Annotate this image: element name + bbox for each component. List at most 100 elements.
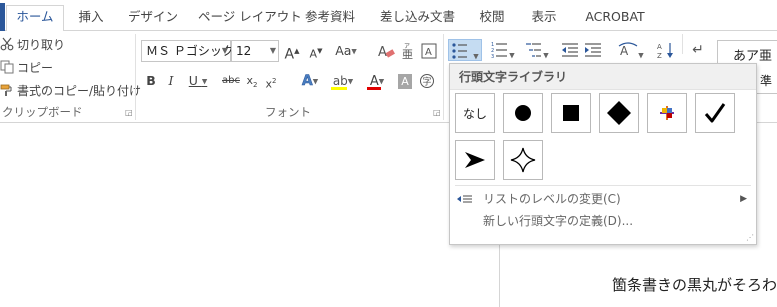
sort-icon: A Z <box>657 43 673 60</box>
character-border-icon: A <box>421 43 437 59</box>
underline-button[interactable]: U ▼ <box>186 70 210 92</box>
tab-insert[interactable]: 挿入 <box>76 7 106 31</box>
cut-button[interactable]: 切り取り <box>0 35 65 53</box>
phonetic-guide-icon: ア 亜 <box>402 43 413 61</box>
tab-home[interactable]: ホーム <box>6 5 64 32</box>
bullet-option-checkmark[interactable] <box>695 93 735 133</box>
style-preview-normal[interactable]: あア亜 <box>733 45 772 64</box>
decrease-indent-icon <box>562 43 578 57</box>
enclose-characters-button[interactable]: 字 <box>418 70 436 92</box>
style-preview-second[interactable]: 準 <box>760 72 772 89</box>
tab-references[interactable]: 参考資料 <box>304 7 356 31</box>
svg-text:A: A <box>378 45 387 60</box>
italic-button[interactable]: I <box>164 70 178 92</box>
bullet-option-filled-diamond[interactable] <box>599 93 639 133</box>
bullet-option-arrowhead[interactable] <box>455 140 495 180</box>
tab-page-layout[interactable]: ページ レイアウト <box>198 7 302 31</box>
multilevel-list-icon <box>526 43 542 57</box>
bullet-library-title: 行頭文字ライブラリ <box>450 64 756 90</box>
subscript-button[interactable]: x2 <box>245 70 259 92</box>
font-family-select[interactable]: ＭＳ Ｐゴシック ▼ <box>141 40 234 62</box>
paragraph-mark-icon: ↵ <box>692 42 704 58</box>
font-color-bar <box>367 87 381 90</box>
group-divider <box>135 34 136 120</box>
menu-divider <box>455 185 751 186</box>
tab-view[interactable]: 表示 <box>530 7 558 31</box>
resize-grip-icon[interactable]: ⋰ <box>746 233 754 242</box>
highlight-button[interactable]: ab▼ <box>328 70 358 92</box>
clear-formatting-icon: A <box>378 45 395 60</box>
bullet-option-color-cross[interactable] <box>647 93 687 133</box>
checkmark-icon <box>704 103 726 123</box>
chevron-down-icon: ▼ <box>221 46 228 55</box>
enclosed-character-button[interactable]: A <box>421 40 437 62</box>
chevron-down-icon: ▼ <box>269 46 276 55</box>
character-shading-icon: A <box>398 74 412 89</box>
filled-square-icon <box>563 105 579 121</box>
decrease-indent-button[interactable] <box>560 39 580 61</box>
asian-layout-button[interactable]: A ▼ <box>616 39 646 61</box>
bold-button[interactable]: B <box>143 70 159 92</box>
bullet-library-popup: 行頭文字ライブラリ なし リストのレベルの変更(C) ▶ 新しい行頭文字の定義(… <box>449 63 757 245</box>
change-list-level-label: リストのレベルの変更(C) <box>483 192 621 206</box>
bullet-list-icon <box>452 43 468 59</box>
submenu-arrow-icon: ▶ <box>740 194 747 204</box>
change-case-button[interactable]: Aa▼ <box>332 40 360 62</box>
show-hide-marks-button[interactable]: ↵ <box>688 39 708 61</box>
tab-design[interactable]: デザイン <box>128 7 178 31</box>
font-launcher-icon[interactable]: ◲ <box>433 109 442 118</box>
highlighter-icon: ab <box>332 74 348 88</box>
svg-text:亜: 亜 <box>402 48 413 60</box>
define-new-bullet-item[interactable]: 新しい行頭文字の定義(D)... <box>450 210 756 232</box>
group-divider <box>443 34 444 120</box>
clipboard-launcher-icon[interactable]: ◲ <box>125 109 134 118</box>
document-text[interactable]: 箇条書きの黒丸がそろわ <box>612 274 777 295</box>
increase-indent-button[interactable] <box>583 39 603 61</box>
font-group-label: フォント <box>265 105 311 119</box>
svg-text:字: 字 <box>423 76 432 88</box>
multilevel-list-button[interactable]: ▼ <box>522 39 552 61</box>
clipboard-group-label: クリップボード <box>2 105 83 119</box>
define-new-bullet-label: 新しい行頭文字の定義(D)... <box>483 214 634 228</box>
phonetic-guide-button[interactable]: ア 亜 <box>400 40 418 62</box>
svg-text:A: A <box>425 47 432 58</box>
bullet-option-filled-circle[interactable] <box>503 93 543 133</box>
format-painter-icon <box>0 84 12 96</box>
scissors-icon <box>0 37 14 51</box>
format-painter-label: 書式のコピー/貼り付け <box>17 83 142 98</box>
clear-formatting-button[interactable]: A <box>376 40 396 62</box>
bullet-option-none[interactable]: なし <box>455 93 495 133</box>
list-level-icon <box>457 195 472 203</box>
file-tab-edge[interactable] <box>0 3 5 31</box>
svg-text:A: A <box>620 44 629 58</box>
numbered-list-icon: 1 2 3 <box>491 42 508 60</box>
shrink-font-button[interactable]: A▼ <box>308 40 324 62</box>
copy-button[interactable]: コピー <box>0 58 53 76</box>
grow-font-button[interactable]: A▲ <box>284 40 300 63</box>
asian-layout-icon: A <box>618 42 638 58</box>
change-list-level-item[interactable]: リストのレベルの変更(C) ▶ <box>450 188 756 210</box>
superscript-button[interactable]: x2 <box>264 70 278 92</box>
font-size-value: 12 <box>236 44 252 58</box>
filled-circle-icon <box>515 105 531 121</box>
sort-button[interactable]: A Z <box>656 39 676 61</box>
strikethrough-button[interactable]: abc <box>220 70 242 92</box>
character-shading-button[interactable]: A <box>397 70 413 92</box>
bullets-button[interactable]: ▼ <box>448 39 482 61</box>
bullet-none-label: なし <box>462 106 487 121</box>
font-size-select[interactable]: 12 ▼ <box>231 40 279 62</box>
tab-mailings[interactable]: 差し込み文書 <box>380 7 455 31</box>
numbering-button[interactable]: 1 2 3 ▼ <box>488 39 518 61</box>
format-painter-button[interactable]: 書式のコピー/貼り付け <box>0 81 141 99</box>
tab-review[interactable]: 校閲 <box>478 7 506 31</box>
highlight-color-bar <box>331 87 347 90</box>
svg-text:3: 3 <box>491 54 494 59</box>
group-divider <box>682 34 683 54</box>
text-effects-button[interactable]: A▼ <box>296 70 324 92</box>
bullet-option-four-point-star[interactable] <box>503 140 543 180</box>
font-color-button[interactable]: A▼ <box>364 70 390 92</box>
svg-text:A: A <box>657 43 662 51</box>
tab-acrobat[interactable]: ACROBAT <box>582 7 648 31</box>
svg-text:Z: Z <box>657 52 662 59</box>
bullet-option-filled-square[interactable] <box>551 93 591 133</box>
